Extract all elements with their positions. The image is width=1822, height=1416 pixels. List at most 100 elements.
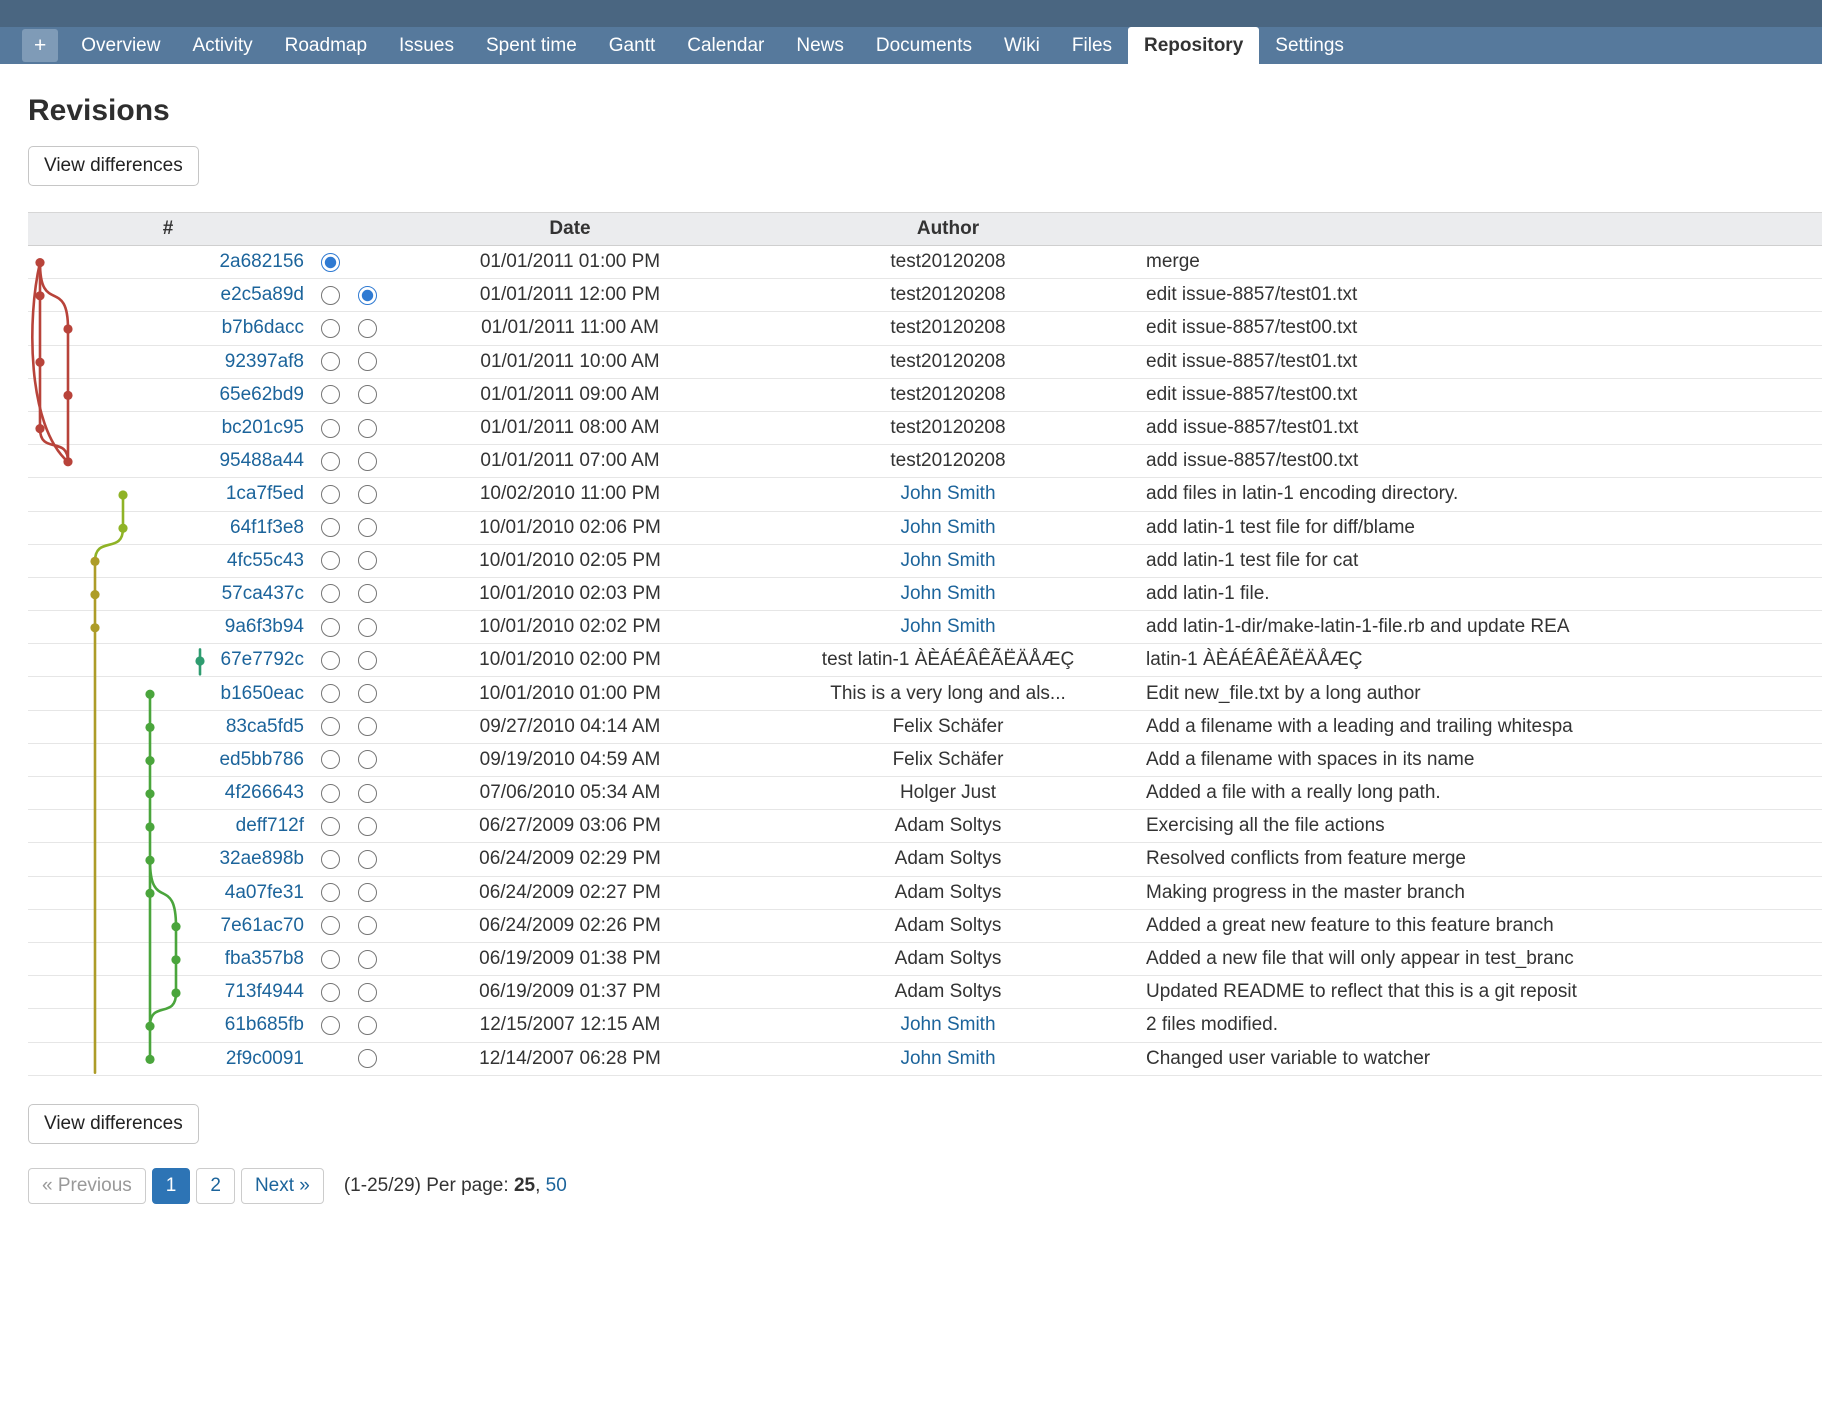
diff-from-radio[interactable] (321, 286, 340, 305)
tab-files[interactable]: Files (1056, 27, 1128, 64)
diff-from-radio[interactable] (321, 385, 340, 404)
diff-to-radio[interactable] (358, 286, 377, 305)
revision-link[interactable]: fba357b8 (225, 948, 304, 969)
diff-to-radio[interactable] (358, 618, 377, 637)
diff-to-radio[interactable] (358, 883, 377, 902)
revision-link[interactable]: e2c5a89d (221, 284, 304, 305)
diff-to-radio[interactable] (358, 651, 377, 670)
tab-documents[interactable]: Documents (860, 27, 988, 64)
diff-from-radio[interactable] (321, 419, 340, 438)
revision-link[interactable]: bc201c95 (222, 417, 304, 438)
diff-from-radio[interactable] (321, 684, 340, 703)
diff-to-radio[interactable] (358, 385, 377, 404)
diff-from-radio[interactable] (321, 651, 340, 670)
tab-spent-time[interactable]: Spent time (470, 27, 593, 64)
diff-to-radio[interactable] (358, 485, 377, 504)
pagination-page-2[interactable]: 2 (196, 1168, 235, 1204)
tab-gantt[interactable]: Gantt (593, 27, 671, 64)
diff-to-radio[interactable] (358, 319, 377, 338)
revision-link[interactable]: 4f266643 (225, 782, 304, 803)
tab-news[interactable]: News (780, 27, 860, 64)
revision-link[interactable]: b7b6dacc (222, 317, 304, 338)
revision-link[interactable]: 95488a44 (219, 450, 304, 471)
view-differences-button-bottom[interactable]: View differences (28, 1104, 199, 1144)
diff-to-radio[interactable] (358, 717, 377, 736)
revision-link[interactable]: 83ca5fd5 (226, 716, 304, 737)
revision-link[interactable]: 57ca437c (222, 583, 304, 604)
diff-to-radio[interactable] (358, 518, 377, 537)
revision-link[interactable]: 92397af8 (225, 351, 304, 372)
revision-author[interactable]: John Smith (900, 1048, 995, 1069)
revision-author[interactable]: John Smith (900, 550, 995, 571)
revision-author[interactable]: John Smith (900, 517, 995, 538)
diff-to-radio[interactable] (358, 1016, 377, 1035)
diff-to-radio[interactable] (358, 750, 377, 769)
tab-calendar[interactable]: Calendar (671, 27, 780, 64)
revision-link[interactable]: 2a682156 (219, 251, 304, 272)
revision-link[interactable]: 65e62bd9 (219, 384, 304, 405)
revision-link[interactable]: 64f1f3e8 (230, 517, 304, 538)
revision-author[interactable]: John Smith (900, 483, 995, 504)
diff-from-radio[interactable] (321, 518, 340, 537)
diff-from-radio[interactable] (321, 551, 340, 570)
pagination-page-1[interactable]: 1 (152, 1168, 191, 1204)
diff-from-radio[interactable] (321, 717, 340, 736)
revision-link[interactable]: deff712f (236, 815, 304, 836)
diff-to-radio[interactable] (358, 551, 377, 570)
diff-from-radio[interactable] (321, 1016, 340, 1035)
tab-repository[interactable]: Repository (1128, 27, 1259, 64)
diff-from-radio[interactable] (321, 584, 340, 603)
diff-from-radio[interactable] (321, 784, 340, 803)
revision-link[interactable]: 2f9c0091 (226, 1048, 304, 1069)
revision-link[interactable]: 9a6f3b94 (225, 616, 304, 637)
diff-from-radio[interactable] (321, 352, 340, 371)
diff-from-radio[interactable] (321, 916, 340, 935)
diff-to-radio[interactable] (358, 784, 377, 803)
revision-link[interactable]: 61b685fb (225, 1014, 304, 1035)
diff-from-radio[interactable] (321, 253, 340, 272)
tab-overview[interactable]: Overview (65, 27, 176, 64)
revision-link[interactable]: ed5bb786 (219, 749, 304, 770)
revision-author[interactable]: John Smith (900, 1014, 995, 1035)
tab-issues[interactable]: Issues (383, 27, 470, 64)
revision-link[interactable]: 7e61ac70 (221, 915, 304, 936)
diff-to-radio[interactable] (358, 1049, 377, 1068)
diff-from-radio[interactable] (321, 485, 340, 504)
per-page-option-50[interactable]: 50 (546, 1175, 567, 1196)
revision-link[interactable]: b1650eac (221, 683, 304, 704)
diff-from-radio[interactable] (321, 618, 340, 637)
revision-link[interactable]: 4fc55c43 (227, 550, 304, 571)
tab-wiki[interactable]: Wiki (988, 27, 1056, 64)
diff-from-radio[interactable] (321, 452, 340, 471)
diff-to-radio[interactable] (358, 684, 377, 703)
tab-activity[interactable]: Activity (176, 27, 268, 64)
diff-from-radio[interactable] (321, 817, 340, 836)
diff-from-radio[interactable] (321, 983, 340, 1002)
revision-link[interactable]: 4a07fe31 (225, 882, 304, 903)
diff-to-radio[interactable] (358, 584, 377, 603)
revision-author[interactable]: John Smith (900, 583, 995, 604)
diff-from-radio[interactable] (321, 850, 340, 869)
diff-from-radio[interactable] (321, 883, 340, 902)
diff-to-radio[interactable] (358, 419, 377, 438)
view-differences-button-top[interactable]: View differences (28, 146, 199, 186)
diff-to-radio[interactable] (358, 950, 377, 969)
diff-from-radio[interactable] (321, 950, 340, 969)
revision-link[interactable]: 1ca7f5ed (226, 483, 304, 504)
revision-link[interactable]: 67e7792c (221, 649, 304, 670)
diff-to-radio[interactable] (358, 817, 377, 836)
diff-from-radio[interactable] (321, 319, 340, 338)
tab-settings[interactable]: Settings (1259, 27, 1360, 64)
diff-to-radio[interactable] (358, 916, 377, 935)
revision-author[interactable]: John Smith (900, 616, 995, 637)
diff-to-radio[interactable] (358, 850, 377, 869)
pagination-next[interactable]: Next » (241, 1168, 324, 1204)
diff-to-radio[interactable] (358, 452, 377, 471)
tab-add[interactable]: + (22, 29, 58, 62)
revision-link[interactable]: 713f4944 (225, 981, 304, 1002)
revision-link[interactable]: 32ae898b (219, 848, 304, 869)
tab-roadmap[interactable]: Roadmap (269, 27, 383, 64)
diff-to-radio[interactable] (358, 983, 377, 1002)
diff-from-radio[interactable] (321, 750, 340, 769)
diff-to-radio[interactable] (358, 352, 377, 371)
